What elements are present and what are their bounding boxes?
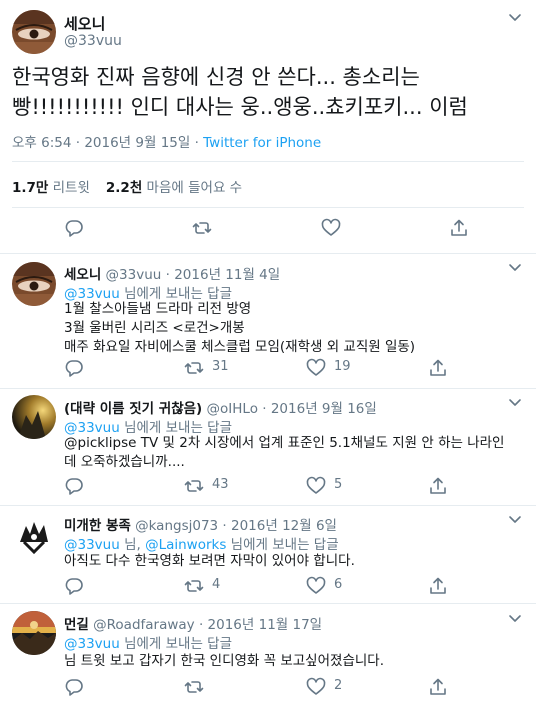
timestamp-text[interactable]: 오후 6:54 · 2016년 9월 15일 · [12, 135, 203, 151]
main-action-bar [0, 216, 536, 244]
reply-text-line: 매주 화요일 자비에스쿨 체스클럽 모임(재학생 외 교직원 일동) [64, 339, 416, 355]
heart-icon[interactable] [306, 358, 326, 378]
share-icon[interactable] [428, 576, 448, 596]
avatar[interactable] [12, 10, 56, 54]
reply-text: 1월 찰스아들냄 드라마 리전 방영 3월 울버린 시리즈 <로건>개봉 매주 … [64, 300, 524, 357]
like-count: 19 [334, 359, 351, 374]
tweet-stats: 1.7만 리트윗 2.2천 마음에 들어요 수 [12, 176, 242, 196]
reply-to: @33vuu 님에게 보내는 답글 [64, 636, 233, 652]
heart-icon[interactable] [306, 677, 326, 697]
chevron-down-icon[interactable] [508, 397, 522, 411]
retweet-count: 43 [212, 477, 229, 492]
heart-icon[interactable] [306, 476, 326, 496]
share-icon[interactable] [449, 218, 469, 238]
author-handle[interactable]: @33vuu [64, 33, 122, 49]
reply-text-line: 3월 울버린 시리즈 <로건>개봉 [64, 320, 245, 336]
mention-link[interactable]: @33vuu [64, 636, 120, 652]
reply-action-bar: 2 [0, 677, 536, 697]
tweet-page: { "main_tweet": { "name": "세오니", "handle… [0, 0, 536, 710]
retweets-stat[interactable]: 1.7만 리트윗 [12, 180, 90, 196]
reply-meta[interactable]: @Roadfaraway · 2016년 11월 17일 [89, 617, 322, 633]
author-name[interactable]: 세오니 [64, 13, 105, 34]
author-name[interactable]: (대략 이름 짓기 귀찮음) [64, 401, 202, 417]
reply-to: @33vuu 님, @Lainworks 님에게 보내는 답글 [64, 537, 339, 553]
like-count: 2 [334, 678, 343, 693]
reply-icon[interactable] [64, 476, 84, 496]
reply-to: @33vuu 님에게 보내는 답글 [64, 286, 233, 302]
reply-to: @33vuu 님에게 보내는 답글 [64, 420, 233, 436]
mention-link[interactable]: @33vuu [64, 537, 120, 553]
retweet-icon[interactable] [184, 358, 204, 378]
likes-stat[interactable]: 2.2천 마음에 들어요 수 [106, 180, 242, 196]
reply-meta[interactable]: @33vuu · 2016년 11월 4일 [101, 267, 281, 283]
author-name[interactable]: 먼길 [64, 617, 89, 633]
reply-text: 아직도 다수 한국영화 보려면 자막이 있어야 합니다. [64, 552, 524, 571]
retweet-icon[interactable] [184, 677, 204, 697]
reply-text: 님 트윗 보고 갑자기 한국 인디영화 꼭 보고싶어졌습니다. [64, 652, 524, 671]
avatar[interactable] [12, 262, 56, 306]
reply-text-line: @picklipse TV 및 2차 시장에서 업계 표준인 5.1채널도 지원… [64, 435, 505, 451]
heart-icon[interactable] [321, 218, 341, 238]
reply-header: 세오니 @33vuu · 2016년 11월 4일 [64, 263, 280, 283]
reply-action-bar: 31 19 [0, 358, 536, 378]
reply-action-bar: 43 5 [0, 476, 536, 496]
reply-text-line: 1월 찰스아들냄 드라마 리전 방영 [64, 301, 252, 317]
reply-icon[interactable] [64, 358, 84, 378]
reply-tweet[interactable]: 먼길 @Roadfaraway · 2016년 11월 17일 @33vuu 님… [0, 604, 536, 710]
divider [12, 207, 524, 208]
reply-meta[interactable]: @kangsj073 · 2016년 12월 6일 [131, 518, 337, 534]
chevron-down-icon[interactable] [508, 12, 522, 26]
chevron-down-icon[interactable] [508, 262, 522, 276]
heart-icon[interactable] [306, 576, 326, 596]
like-count: 6 [334, 577, 343, 592]
share-icon[interactable] [428, 358, 448, 378]
tweet-text: 한국영화 진짜 음향에 신경 안 쓴다... 총소리는 빵!!!!!!!!!!!… [12, 62, 527, 122]
retweet-icon[interactable] [184, 476, 204, 496]
retweet-count: 31 [212, 359, 229, 374]
retweet-icon[interactable] [184, 576, 204, 596]
reply-text: @picklipse TV 및 2차 시장에서 업계 표준인 5.1채널도 지원… [64, 434, 524, 472]
mention-link[interactable]: @Lainworks [145, 537, 226, 553]
tweet-source-link[interactable]: Twitter for iPhone [203, 135, 321, 151]
author-name[interactable]: 세오니 [64, 267, 101, 283]
reply-action-bar: 4 6 [0, 576, 536, 596]
reply-header: (대략 이름 짓기 귀찮음) @oIHLo · 2016년 9월 16일 [64, 397, 377, 417]
share-icon[interactable] [428, 677, 448, 697]
avatar[interactable] [12, 512, 56, 556]
reply-text-line: 데 오죽하겠습니까.... [64, 454, 185, 470]
reply-tweet[interactable]: (대략 이름 짓기 귀찮음) @oIHLo · 2016년 9월 16일 @33… [0, 389, 536, 505]
reply-header: 먼길 @Roadfaraway · 2016년 11월 17일 [64, 613, 322, 633]
reply-meta[interactable]: @oIHLo · 2016년 9월 16일 [202, 401, 377, 417]
chevron-down-icon[interactable] [508, 514, 522, 528]
tweet-text-line: 빵!!!!!!!!!!! 인디 대사는 웅..앵웅..쵸키포키... 이럼 [12, 95, 468, 119]
reply-icon[interactable] [64, 576, 84, 596]
chevron-down-icon[interactable] [508, 613, 522, 627]
reply-tweet[interactable]: 세오니 @33vuu · 2016년 11월 4일 @33vuu 님에게 보내는… [0, 254, 536, 388]
avatar[interactable] [12, 395, 56, 439]
retweet-icon[interactable] [192, 218, 212, 238]
reply-text-line: 아직도 다수 한국영화 보려면 자막이 있어야 합니다. [64, 553, 355, 569]
reply-icon[interactable] [64, 677, 84, 697]
avatar[interactable] [12, 611, 56, 655]
author-name[interactable]: 미개한 봉족 [64, 518, 131, 534]
retweet-count: 4 [212, 577, 221, 592]
share-icon[interactable] [428, 476, 448, 496]
reply-tweet[interactable]: 미개한 봉족 @kangsj073 · 2016년 12월 6일 @33vuu … [0, 506, 536, 603]
reply-header: 미개한 봉족 @kangsj073 · 2016년 12월 6일 [64, 514, 337, 534]
reply-text-line: 님 트윗 보고 갑자기 한국 인디영화 꼭 보고싶어졌습니다. [64, 653, 384, 669]
like-count: 5 [334, 477, 343, 492]
divider [12, 161, 524, 162]
reply-icon[interactable] [64, 218, 84, 238]
tweet-timestamp: 오후 6:54 · 2016년 9월 15일 · Twitter for iPh… [12, 131, 321, 151]
tweet-text-line: 한국영화 진짜 음향에 신경 안 쓴다... 총소리는 [12, 65, 420, 89]
